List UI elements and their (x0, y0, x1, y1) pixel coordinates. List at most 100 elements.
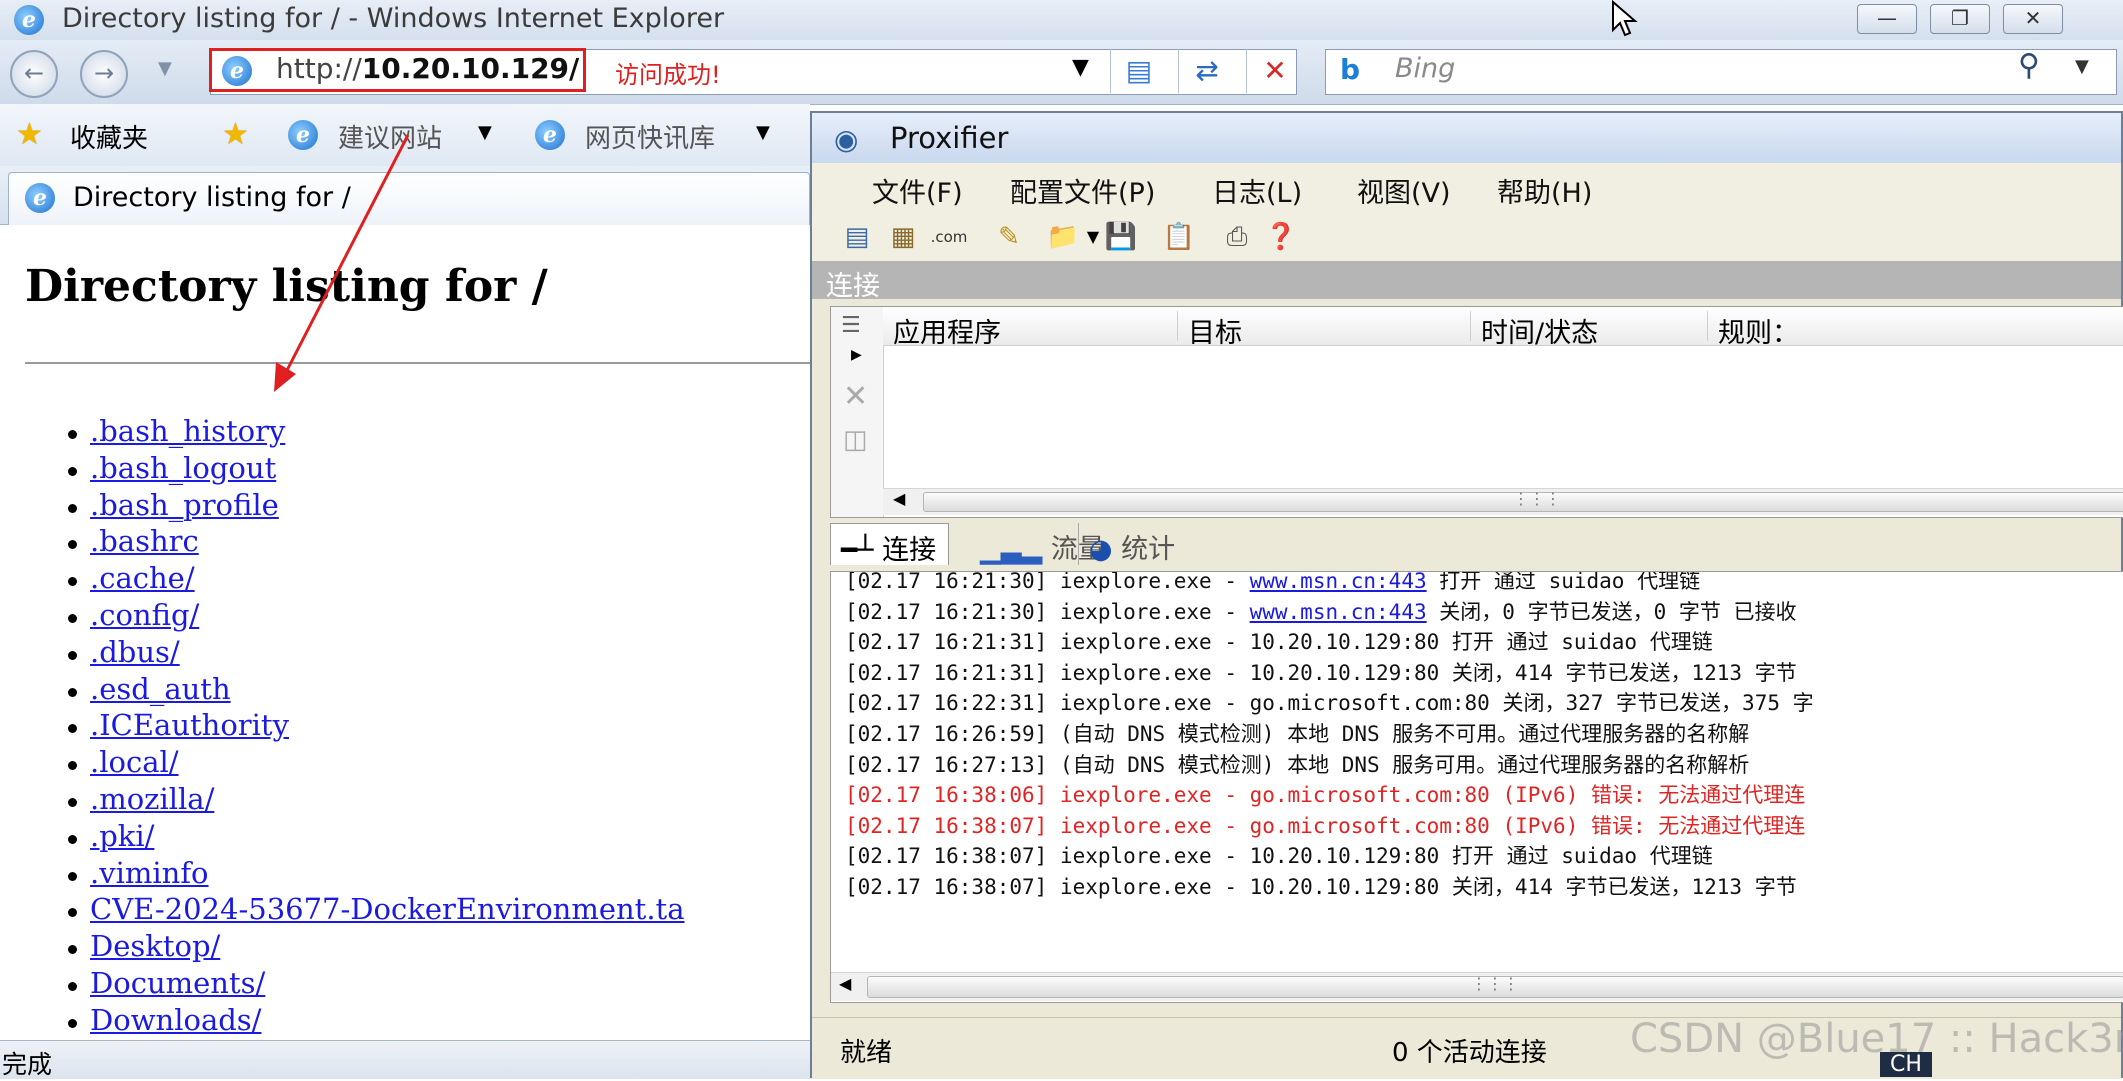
log-lines: [02.17 16:21:30] iexplore.exe - www.msn.… (845, 571, 1814, 903)
log-scroll-left-icon[interactable]: ◀ (839, 974, 851, 993)
status-active-connections: 0 个活动连接 (1392, 1038, 1547, 1068)
scroll-left-icon[interactable]: ◀ (893, 489, 905, 508)
file-link[interactable]: .bash_logout (90, 451, 276, 485)
connections-table: ☰ ▶ ✕ ◫ 应用程序 目标 时间/状态 规则： ◀ ⋮⋮⋮ (830, 306, 2123, 518)
tab-connections[interactable]: ━┴ 连接 (830, 523, 950, 566)
list-item: .cache/ (68, 560, 685, 597)
copy-icon[interactable]: ◫ (843, 425, 868, 455)
log-app: iexplore.exe (1059, 571, 1212, 593)
web-slice-dropdown-icon[interactable]: ▼ (756, 122, 770, 143)
menu-profile[interactable]: 配置文件(P) (1010, 171, 1155, 210)
log-message: 打开 通过 suidao 代理链 (1451, 844, 1713, 869)
address-highlight-box (209, 48, 586, 92)
menu-view[interactable]: 视图(V) (1357, 171, 1451, 210)
menu-help[interactable]: 帮助(H) (1497, 171, 1592, 210)
list-item: .config/ (68, 597, 685, 634)
address-dropdown-icon[interactable]: ▼ (1072, 55, 1089, 80)
log-message: 关闭，414 字节已发送，1213 字节 (1451, 874, 1797, 899)
favorites-button[interactable]: 收藏夹 (70, 118, 148, 155)
suggested-sites-dropdown-icon[interactable]: ▼ (478, 122, 492, 143)
file-link[interactable]: .viminfo (90, 856, 209, 890)
help-icon[interactable]: ❓ (1262, 221, 1300, 253)
file-link[interactable]: .bashrc (90, 524, 199, 558)
file-link[interactable]: Downloads/ (90, 1003, 261, 1037)
list-item: .mozilla/ (68, 781, 685, 818)
expand-arrow-icon[interactable]: ▶ (851, 347, 862, 363)
list-item: .ICEauthority (68, 707, 685, 744)
restore-button[interactable]: ❐ (1930, 4, 1990, 34)
file-link[interactable]: Documents/ (90, 966, 265, 1000)
compatibility-view-icon[interactable]: ▤ (1110, 49, 1167, 93)
file-link[interactable]: .local/ (90, 745, 179, 779)
log-line: [02.17 16:26:59] (自动 DNS 模式检测) 本地 DNS 服务… (845, 719, 1814, 750)
taskbar-language-indicator[interactable]: CH (1880, 1052, 1932, 1077)
column-rule[interactable]: 规则： (1707, 311, 1799, 349)
file-link[interactable]: .dbus/ (90, 635, 180, 669)
tab-statistics[interactable]: ◕ 统计 (1078, 523, 1187, 565)
log-line: [02.17 16:38:07] iexplore.exe - 10.20.10… (845, 874, 1797, 899)
table-side-toolbar: ☰ ▶ ✕ ◫ (831, 307, 884, 517)
table-horizontal-scrollbar[interactable]: ◀ ⋮⋮⋮ (883, 488, 2123, 515)
proxifier-toolbar: ▤ ▦ .com ✎ 📁 ▼ 💾 📋 ⎙ ❓ (812, 213, 2121, 262)
column-target[interactable]: 目标 (1177, 311, 1242, 349)
web-slice-icon: e (535, 120, 565, 150)
log-target: go.microsoft.com:80 (1249, 783, 1490, 808)
print-icon[interactable]: ⎙ (1218, 221, 1256, 253)
file-link[interactable]: .mozilla/ (90, 782, 214, 816)
minimize-button[interactable]: — (1857, 4, 1917, 34)
proxy-servers-icon[interactable]: ▤ (838, 221, 876, 253)
table-header: 应用程序 目标 时间/状态 规则： (883, 307, 2123, 349)
log-line: [02.17 16:38:07] iexplore.exe - 10.20.10… (845, 844, 1713, 869)
proxification-rules-icon[interactable]: ▦ (884, 221, 922, 253)
file-link[interactable]: .esd_auth (90, 672, 231, 706)
column-time-status[interactable]: 时间/状态 (1470, 311, 1598, 349)
file-link[interactable]: .cache/ (90, 561, 195, 595)
log-app: iexplore.exe (1059, 599, 1212, 624)
log-timestamp: [02.17 16:26:59] (845, 721, 1048, 746)
clipboard-icon[interactable]: 📋 (1160, 221, 1198, 253)
search-icon[interactable]: ⚲ (2018, 48, 2040, 83)
file-link[interactable]: CVE-2024-53677-DockerEnvironment.ta (90, 892, 685, 926)
back-button[interactable]: ← (10, 50, 58, 98)
close-window-button[interactable]: ✕ (2003, 4, 2063, 34)
search-options-dropdown-icon[interactable]: ▼ (2075, 56, 2089, 77)
file-link[interactable]: .pki/ (90, 819, 154, 853)
save-profile-icon[interactable]: 💾 (1102, 221, 1140, 253)
log-line: [02.17 16:21:30] iexplore.exe - www.msn.… (845, 599, 1797, 624)
log-timestamp: [02.17 16:21:30] (845, 599, 1048, 624)
status-text: 完成 (2, 1050, 53, 1079)
file-link[interactable]: .ICEauthority (90, 708, 289, 742)
tab-statistics-label: 统计 (1121, 534, 1176, 565)
list-item: .bash_logout (68, 450, 685, 487)
column-application[interactable]: 应用程序 (883, 311, 1001, 349)
log-app: iexplore.exe (1059, 844, 1212, 869)
file-link[interactable]: Desktop/ (90, 929, 220, 963)
menu-log[interactable]: 日志(L) (1212, 171, 1302, 210)
name-resolution-icon[interactable]: .com (930, 221, 968, 253)
search-placeholder: Bing (1395, 53, 1456, 84)
file-link[interactable]: .bash_history (90, 414, 285, 448)
forward-button[interactable]: → (80, 50, 128, 98)
file-link[interactable]: .config/ (90, 598, 199, 632)
new-profile-icon[interactable]: ✎ (990, 221, 1028, 253)
columns-icon[interactable]: ☰ (841, 313, 861, 338)
log-message: 关闭，327 字节已发送，375 字 (1502, 691, 1814, 716)
close-connection-icon[interactable]: ✕ (843, 379, 868, 414)
navigation-bar: ← → ▼ e http://10.20.10.129/ 访问成功! ▼ ▤ ⇄… (0, 40, 2123, 105)
log-target[interactable]: www.msn.cn:443 (1250, 600, 1427, 624)
tab-connections-label: 连接 (882, 535, 937, 566)
refresh-icon[interactable]: ⇄ (1178, 49, 1235, 93)
add-favorite-star-icon[interactable]: ★ (222, 120, 249, 150)
log-target[interactable]: www.msn.cn:443 (1250, 572, 1427, 593)
menu-file[interactable]: 文件(F) (872, 171, 963, 210)
list-item: .local/ (68, 744, 685, 781)
stop-icon[interactable]: ✕ (1246, 49, 1303, 93)
watermark: CSDN @Blue17 :: Hack3rX (1630, 1016, 2123, 1062)
web-slice-gallery-link[interactable]: 网页快讯库 (585, 118, 715, 155)
file-link[interactable]: .bash_profile (90, 488, 279, 522)
history-dropdown-icon[interactable]: ▼ (158, 58, 172, 79)
log-target: 10.20.10.129:80 (1249, 874, 1440, 899)
ie-logo-icon: e (14, 5, 44, 35)
log-horizontal-scrollbar[interactable]: ◀ ⋮⋮⋮ (831, 972, 2123, 1001)
list-item: .bashrc (68, 523, 685, 560)
